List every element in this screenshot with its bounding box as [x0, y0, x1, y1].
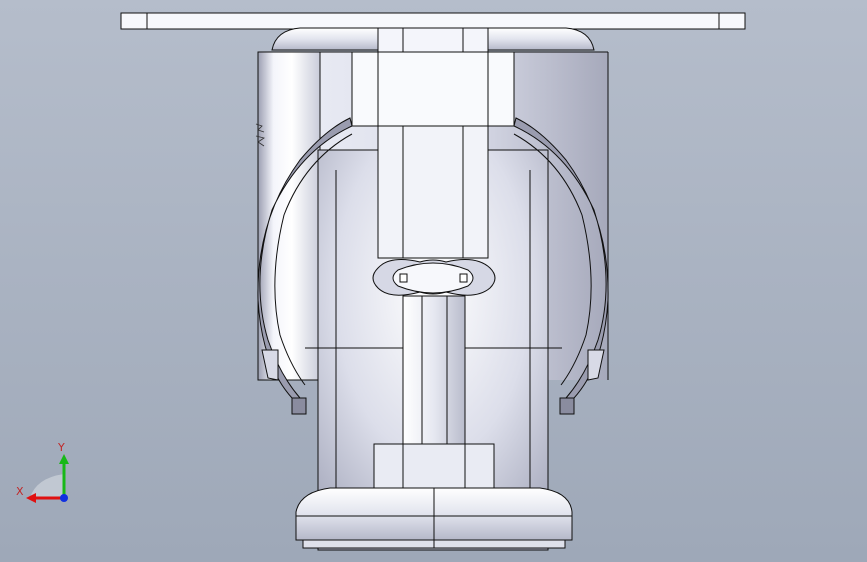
y-axis-label: Y: [58, 441, 65, 454]
fork-foot-left: [291, 397, 307, 415]
fork-foot-right: [559, 397, 575, 415]
axis-triad-graphic: [26, 454, 69, 503]
wheel-drum-left: [257, 51, 321, 381]
axle-rod: [402, 295, 466, 445]
stem-shaft: [377, 125, 489, 259]
x-axis-head: [26, 493, 36, 503]
lock-nut: [372, 259, 496, 296]
top-plate: [120, 12, 746, 30]
cad-viewport[interactable]: [0, 0, 867, 562]
hex-nut-top: [351, 51, 515, 127]
y-axis-head: [59, 454, 69, 464]
z-axis-dot: [60, 494, 68, 502]
axis-triad: X Y: [10, 440, 80, 510]
x-axis-label: X: [16, 485, 24, 498]
hex-nut-bottom: [373, 443, 495, 489]
stem-top: [377, 27, 489, 53]
